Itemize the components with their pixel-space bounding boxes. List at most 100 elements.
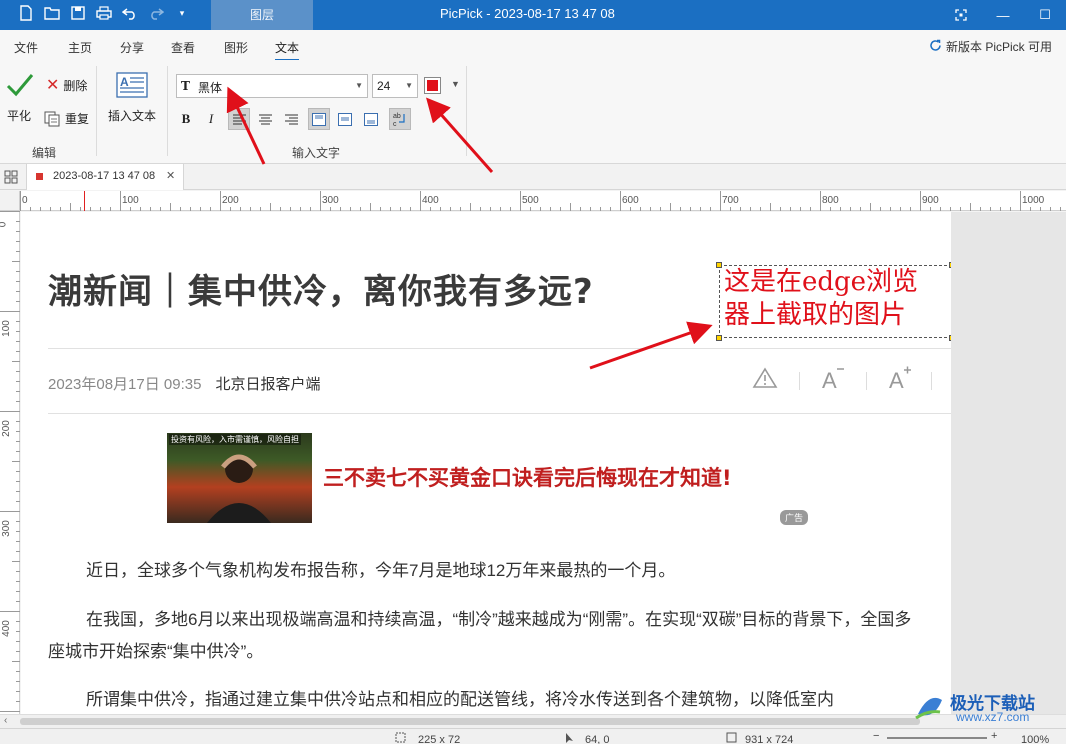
document-tabs: 2023-08-17 13 47 08 ✕ [0,164,1066,190]
font-icon: T [181,79,190,93]
delete-button[interactable]: ✕ 删除 [46,77,87,94]
tool-divider [931,372,932,390]
insert-text-icon: A [116,72,148,98]
new-version-label: 新版本 PicPick 可用 [945,40,1052,54]
ruler-label: 200 [222,195,239,206]
apply-label: 平化 [7,109,32,123]
copy-icon [44,111,60,126]
apply-button[interactable] [6,72,34,101]
save-icon[interactable] [70,5,86,21]
publish-date: 2023年08月17日 09:35 [48,376,202,393]
font-family-select[interactable]: T 黑体 ▼ [176,74,368,98]
canvas-background [951,212,1066,728]
ad-headline: 三不卖七不买黄金口诀看完后悔现在才知道! [323,466,732,490]
tab-file[interactable]: 文件 [14,39,38,56]
valign-bottom-button[interactable] [360,108,382,130]
insert-text-button[interactable]: A [116,72,148,101]
redo-icon[interactable] [148,5,164,21]
font-decrease-icon: A [820,366,846,396]
pointer-icon [565,732,574,744]
checkmark-icon [6,74,34,97]
tab-view[interactable]: 查看 [171,39,195,56]
italic-button[interactable]: I [200,108,222,130]
image-canvas[interactable]: 潮新闻｜集中供冷，离你我有多远? 这是在edge浏览 器上截取的图片 2023年… [21,212,1066,728]
font-size-select[interactable]: 24 ▼ [372,74,418,98]
delete-x-icon: ✕ [46,76,60,94]
ruler-label: 700 [722,195,739,206]
align-right-icon [284,114,298,124]
resize-handle[interactable] [716,335,722,341]
paragraph: 近日，全球多个气象机构发布报告称，今年7月是地球12万年来最热的一个月。 [86,561,676,580]
new-file-icon[interactable] [18,5,34,21]
title-bar: ▾ 图层 PicPick - 2023-08-17 13 47 08 — ☐ [0,0,1066,30]
paragraph: 所谓集中供冷，指通过建立集中供冷站点和相应的配送管线，将冷水传送到各个建筑物，以… [86,690,834,709]
text-color-button[interactable] [424,77,441,94]
align-right-button[interactable] [280,108,302,130]
tool-divider [799,372,800,390]
chevron-down-icon: ▼ [405,81,413,90]
cursor-position: 64, 0 [585,734,610,744]
capture-icon[interactable] [940,0,982,30]
maximize-button[interactable]: ☐ [1024,0,1066,30]
tab-home[interactable]: 主页 [68,39,92,56]
paragraph: 在我国，多地6月以来出现极端高温和持续高温，“制冷”越来越成为“刚需”。在实现“… [48,610,912,661]
bold-button[interactable]: B [175,108,197,130]
tool-divider [866,372,867,390]
image-size: 931 x 724 [745,734,794,744]
valign-middle-button[interactable] [334,108,356,130]
align-left-button[interactable] [228,108,250,130]
window-controls: — ☐ [940,0,1066,30]
tab-text[interactable]: 文本 [275,39,300,61]
status-bar: 225 x 72 64, 0 931 x 724 − + 100% [0,728,1066,744]
new-version-notice[interactable]: 新版本 PicPick 可用 [929,38,1052,55]
ruler-label: 200 [0,420,12,437]
ruler-label: 500 [522,195,539,206]
text-annotation-box[interactable]: 这是在edge浏览 器上截取的图片 [716,262,955,341]
document-icon [36,173,43,180]
vertical-ruler: 0 100 200 300 400 [0,211,20,729]
print-icon[interactable] [96,5,112,21]
svg-text:A: A [822,368,837,390]
horizontal-scrollbar[interactable]: ‹ [0,714,1066,728]
scroll-left-icon[interactable]: ‹ [4,715,7,726]
selection-icon [395,732,406,744]
tab-shapes[interactable]: 图形 [224,39,248,56]
zoom-in-icon[interactable]: + [991,730,997,742]
align-center-button[interactable] [254,108,276,130]
align-center-icon [258,114,272,124]
layer-tab[interactable]: 图层 [211,0,313,30]
minimize-button[interactable]: — [982,0,1024,30]
svg-text:A: A [889,368,904,390]
svg-text:A: A [120,75,129,89]
repeat-button[interactable]: 重复 [44,110,89,127]
document-tab[interactable]: 2023-08-17 13 47 08 ✕ [26,164,184,190]
word-wrap-icon: abc [393,113,405,127]
ruler-label: 0 [22,195,28,206]
grid-view-icon[interactable] [4,170,18,187]
person-photo [207,454,271,523]
undo-icon[interactable] [122,5,138,21]
article-meta: 2023年08月17日 09:35 北京日报客户端 [48,373,320,394]
tab-share[interactable]: 分享 [120,39,144,56]
watermark-logo: 极光下载站 www.xz7.com [912,688,1062,728]
zoom-out-icon[interactable]: − [873,730,879,742]
ruler-label: 0 [0,222,8,228]
color-dropdown-icon[interactable]: ▼ [451,79,460,89]
annotation-text[interactable]: 这是在edge浏览 器上截取的图片 [724,266,918,332]
svg-text:c: c [393,121,397,127]
horizontal-ruler: 0 100 200 300 400 500 600 700 800 900 10… [20,191,1066,211]
close-icon[interactable]: ✕ [166,169,175,182]
ruler-label: 100 [0,320,12,337]
scroll-thumb[interactable] [20,718,920,725]
ruler-label: 400 [0,620,12,637]
dropdown-icon[interactable]: ▾ [174,5,190,21]
zoom-level: 100% [1021,734,1050,744]
resize-handle[interactable] [716,262,722,268]
open-folder-icon[interactable] [44,5,60,21]
ruler-label: 100 [122,195,139,206]
word-wrap-button[interactable]: ab c [389,108,411,130]
valign-top-button[interactable] [308,108,330,130]
ruler-label: 300 [322,195,339,206]
svg-text:ab: ab [393,113,401,120]
zoom-slider[interactable] [887,737,987,739]
